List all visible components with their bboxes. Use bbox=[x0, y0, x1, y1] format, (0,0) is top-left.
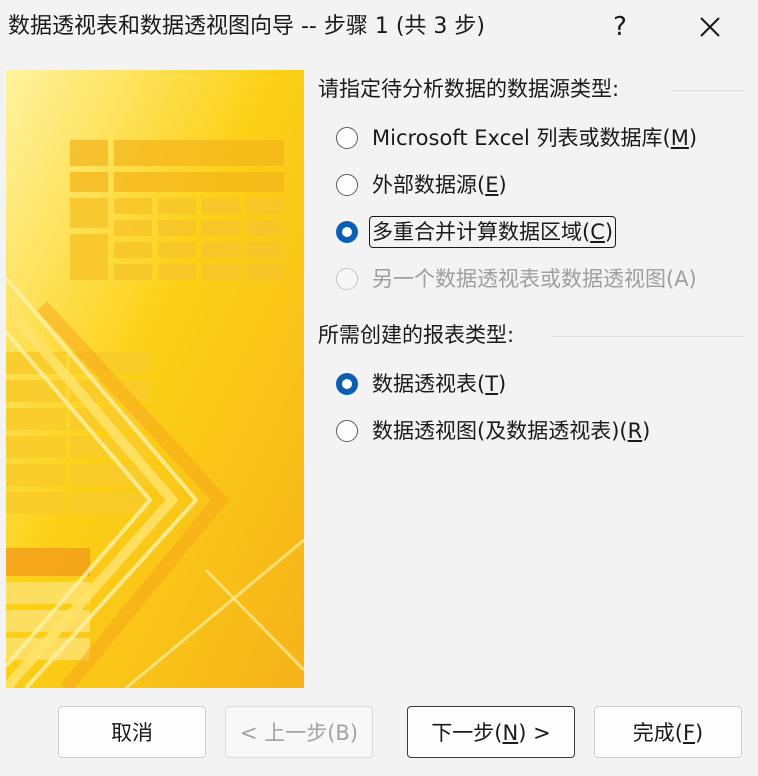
radio-button[interactable] bbox=[336, 420, 358, 442]
title-bar[interactable]: 数据透视表和数据透视图向导 -- 步骤 1 (共 3 步) ? bbox=[0, 0, 758, 56]
cancel-button[interactable]: 取消 bbox=[58, 706, 206, 758]
radio-another-pivot: 另一个数据透视表或数据透视图(A) bbox=[336, 263, 699, 295]
radio-pivot-chart[interactable]: 数据透视图(及数据透视表)(R) bbox=[336, 415, 652, 447]
close-button[interactable] bbox=[682, 4, 738, 50]
radio-pivot-table-label: 数据透视表(T) bbox=[372, 372, 507, 396]
radio-external-source-label: 外部数据源(E) bbox=[372, 173, 507, 197]
radio-button-disabled bbox=[336, 268, 358, 290]
help-icon: ? bbox=[613, 12, 627, 42]
help-button[interactable]: ? bbox=[592, 4, 648, 50]
group-divider bbox=[552, 336, 744, 337]
radio-external-source[interactable]: 外部数据源(E) bbox=[336, 169, 509, 201]
window-title: 数据透视表和数据透视图向导 -- 步骤 1 (共 3 步) bbox=[8, 14, 485, 39]
finish-button[interactable]: 完成(F) bbox=[594, 706, 742, 758]
radio-excel-list[interactable]: Microsoft Excel 列表或数据库(M) bbox=[336, 122, 699, 154]
back-button: < 上一步(B) bbox=[225, 706, 373, 758]
radio-excel-list-label: Microsoft Excel 列表或数据库(M) bbox=[372, 126, 698, 150]
radio-button[interactable] bbox=[336, 174, 358, 196]
wizard-illustration bbox=[6, 70, 304, 688]
radio-button-selected[interactable] bbox=[336, 221, 358, 243]
spreadsheet-art-icon bbox=[6, 70, 304, 688]
group-divider bbox=[672, 90, 744, 91]
close-icon bbox=[700, 17, 720, 37]
data-source-group-label: 请指定待分析数据的数据源类型: bbox=[318, 77, 620, 101]
radio-multiple-ranges[interactable]: 多重合并计算数据区域(C) bbox=[336, 216, 617, 248]
radio-button[interactable] bbox=[336, 127, 358, 149]
radio-button-selected[interactable] bbox=[336, 373, 358, 395]
radio-another-pivot-label: 另一个数据透视表或数据透视图(A) bbox=[372, 267, 697, 291]
radio-pivot-chart-label: 数据透视图(及数据透视表)(R) bbox=[372, 419, 651, 443]
radio-multiple-ranges-label: 多重合并计算数据区域(C) bbox=[368, 216, 617, 248]
radio-pivot-table[interactable]: 数据透视表(T) bbox=[336, 368, 508, 400]
next-button[interactable]: 下一步(N) > bbox=[407, 706, 575, 758]
pivot-wizard-dialog: 数据透视表和数据透视图向导 -- 步骤 1 (共 3 步) ? 请指定待分析数据… bbox=[0, 0, 758, 776]
report-type-group-label: 所需创建的报表类型: bbox=[318, 323, 515, 347]
